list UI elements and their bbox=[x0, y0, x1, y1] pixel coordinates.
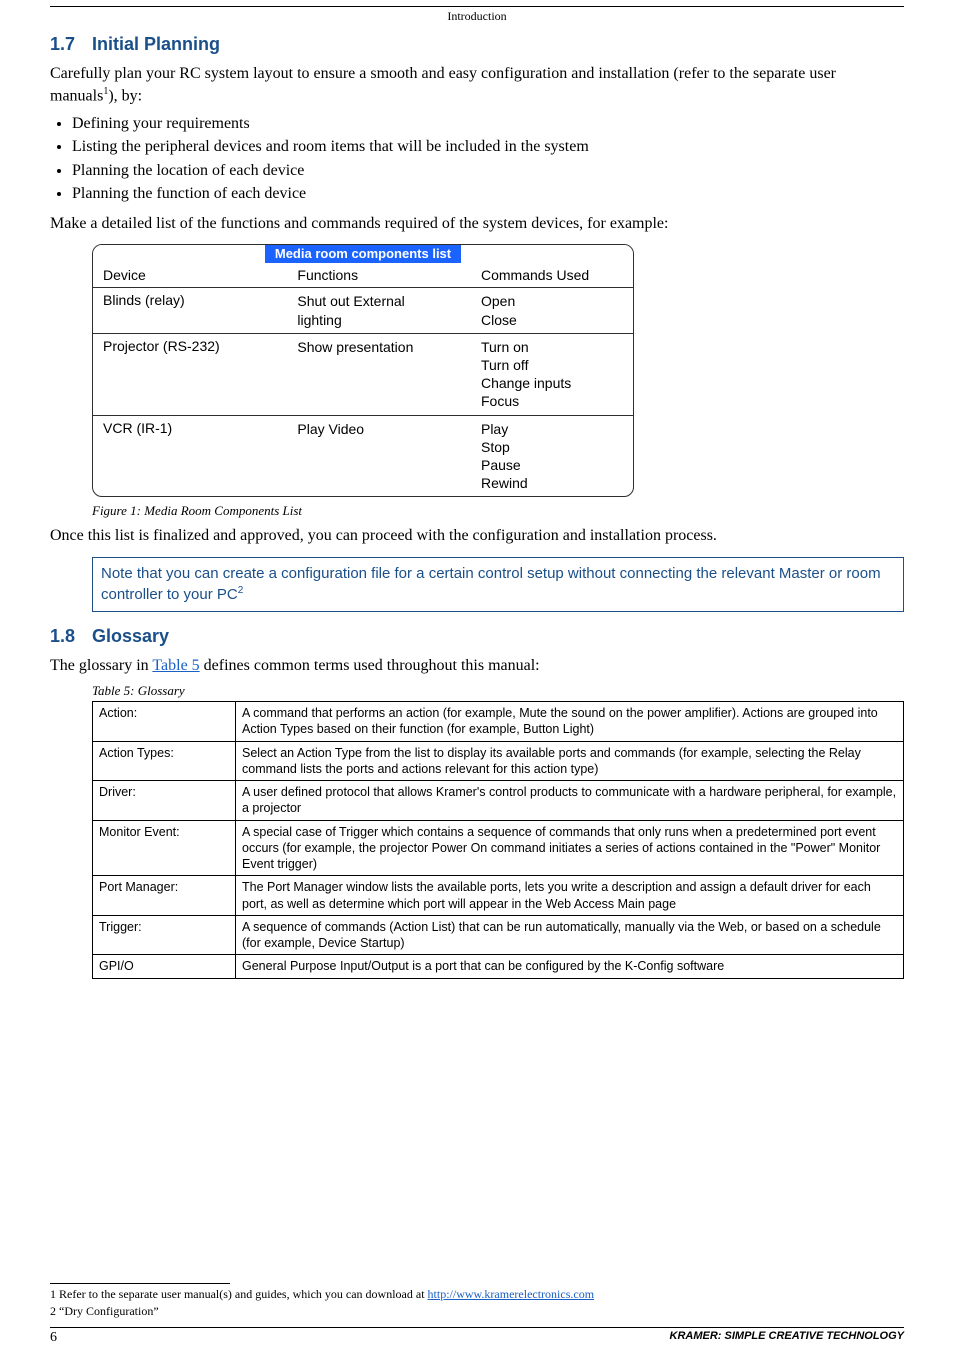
fn-line: lighting bbox=[297, 311, 461, 329]
cmd-line: Turn on bbox=[481, 338, 623, 356]
intro-text-a: Carefully plan your RC system layout to … bbox=[50, 65, 836, 104]
table-row: Action Types: Select an Action Type from… bbox=[93, 741, 904, 781]
list-item: Planning the location of each device bbox=[72, 160, 904, 182]
requirements-list: Defining your requirements Listing the p… bbox=[50, 113, 904, 205]
glossary-definition: General Purpose Input/Output is a port t… bbox=[236, 955, 904, 978]
media-head-device: Device bbox=[93, 263, 287, 288]
media-title-wrap: Media room components list bbox=[93, 245, 633, 263]
after-bullets-paragraph: Make a detailed list of the functions an… bbox=[50, 213, 904, 235]
heading-1-7: 1.7 Initial Planning bbox=[50, 34, 904, 55]
glossary-definition: A sequence of commands (Action List) tha… bbox=[236, 915, 904, 955]
glossary-definition: The Port Manager window lists the availa… bbox=[236, 876, 904, 916]
fn-line: Shut out External bbox=[297, 292, 461, 310]
footnote-2: 2 “Dry Configuration” bbox=[50, 1303, 904, 1320]
functions-cell: Show presentation bbox=[287, 333, 471, 415]
table-row: Blinds (relay) Shut out External lightin… bbox=[93, 288, 633, 333]
cmd-line: Focus bbox=[481, 392, 623, 410]
table-row: GPI/O General Purpose Input/Output is a … bbox=[93, 955, 904, 978]
figure-1-caption: Figure 1: Media Room Components List bbox=[92, 503, 904, 519]
glossary-term: Action Types: bbox=[93, 741, 236, 781]
table-row: VCR (IR-1) Play Video Play Stop Pause Re… bbox=[93, 415, 633, 496]
media-head-functions: Functions bbox=[287, 263, 471, 288]
heading-title: Glossary bbox=[92, 626, 169, 647]
cmd-line: Play bbox=[481, 420, 623, 438]
cmd-line: Rewind bbox=[481, 474, 623, 492]
media-title: Media room components list bbox=[265, 244, 461, 263]
cmd-line: Open bbox=[481, 292, 623, 310]
footnote-1: 1 Refer to the separate user manual(s) a… bbox=[50, 1286, 904, 1303]
media-table: Device Functions Commands Used Blinds (r… bbox=[93, 263, 633, 496]
glossary-definition: A user defined protocol that allows Kram… bbox=[236, 781, 904, 821]
list-item: Defining your requirements bbox=[72, 113, 904, 135]
table-row: Action: A command that performs an actio… bbox=[93, 702, 904, 742]
after-figure-paragraph: Once this list is finalized and approved… bbox=[50, 525, 904, 547]
commands-cell: Turn on Turn off Change inputs Focus bbox=[471, 333, 633, 415]
glossary-term: GPI/O bbox=[93, 955, 236, 978]
table-5-caption: Table 5: Glossary bbox=[92, 683, 904, 699]
commands-cell: Play Stop Pause Rewind bbox=[471, 415, 633, 496]
note-box: Note that you can create a configuration… bbox=[92, 557, 904, 613]
list-item: Listing the peripheral devices and room … bbox=[72, 136, 904, 158]
glossary-intro-a: The glossary in bbox=[50, 657, 152, 674]
glossary-table: Action: A command that performs an actio… bbox=[92, 701, 904, 979]
table-row: Driver: A user defined protocol that all… bbox=[93, 781, 904, 821]
page-number: 6 bbox=[50, 1330, 57, 1346]
footnote-rule bbox=[50, 1283, 230, 1284]
cmd-line: Change inputs bbox=[481, 374, 623, 392]
glossary-definition: A command that performs an action (for e… bbox=[236, 702, 904, 742]
page-footer: 6 KRAMER: SIMPLE CREATIVE TECHNOLOGY bbox=[50, 1327, 904, 1346]
header-rule bbox=[50, 6, 904, 7]
table-row: Port Manager: The Port Manager window li… bbox=[93, 876, 904, 916]
cmd-line: Pause bbox=[481, 456, 623, 474]
cmd-line: Turn off bbox=[481, 356, 623, 374]
table-row: Trigger: A sequence of commands (Action … bbox=[93, 915, 904, 955]
heading-number: 1.7 bbox=[50, 34, 92, 55]
media-components-figure: Media room components list Device Functi… bbox=[92, 244, 634, 497]
glossary-term: Port Manager: bbox=[93, 876, 236, 916]
commands-cell: Open Close bbox=[471, 288, 633, 333]
functions-cell: Play Video bbox=[287, 415, 471, 496]
glossary-term: Action: bbox=[93, 702, 236, 742]
fn-line: Play Video bbox=[297, 420, 461, 438]
intro-paragraph: Carefully plan your RC system layout to … bbox=[50, 63, 904, 107]
glossary-term: Driver: bbox=[93, 781, 236, 821]
footnote-1-link[interactable]: http://www.kramerelectronics.com bbox=[428, 1287, 595, 1301]
heading-number: 1.8 bbox=[50, 626, 92, 647]
footnote-1-text: 1 Refer to the separate user manual(s) a… bbox=[50, 1287, 428, 1301]
functions-cell: Shut out External lighting bbox=[287, 288, 471, 333]
table-row: Projector (RS-232) Show presentation Tur… bbox=[93, 333, 633, 415]
table-row: Monitor Event: A special case of Trigger… bbox=[93, 820, 904, 876]
fn-line: Show presentation bbox=[297, 338, 461, 356]
glossary-definition: A special case of Trigger which contains… bbox=[236, 820, 904, 876]
cmd-line: Stop bbox=[481, 438, 623, 456]
glossary-term: Monitor Event: bbox=[93, 820, 236, 876]
device-cell: Blinds (relay) bbox=[93, 288, 287, 333]
footnotes: 1 Refer to the separate user manual(s) a… bbox=[50, 1283, 904, 1320]
media-table-head: Device Functions Commands Used bbox=[93, 263, 633, 288]
footnote-ref-2: 2 bbox=[238, 585, 244, 596]
intro-text-b: ), by: bbox=[108, 87, 142, 104]
glossary-intro-b: defines common terms used throughout thi… bbox=[200, 657, 540, 674]
glossary-term: Trigger: bbox=[93, 915, 236, 955]
page-root: Introduction 1.7 Initial Planning Carefu… bbox=[0, 6, 954, 1356]
cmd-line: Close bbox=[481, 311, 623, 329]
table-5-link[interactable]: Table 5 bbox=[152, 657, 199, 674]
footer-brand: KRAMER: SIMPLE CREATIVE TECHNOLOGY bbox=[670, 1330, 904, 1346]
list-item: Planning the function of each device bbox=[72, 183, 904, 205]
device-cell: VCR (IR-1) bbox=[93, 415, 287, 496]
running-head: Introduction bbox=[50, 9, 904, 24]
glossary-intro: The glossary in Table 5 defines common t… bbox=[50, 655, 904, 677]
glossary-definition: Select an Action Type from the list to d… bbox=[236, 741, 904, 781]
heading-title: Initial Planning bbox=[92, 34, 220, 55]
note-text: Note that you can create a configuration… bbox=[101, 565, 881, 603]
media-head-commands: Commands Used bbox=[471, 263, 633, 288]
heading-1-8: 1.8 Glossary bbox=[50, 626, 904, 647]
device-cell: Projector (RS-232) bbox=[93, 333, 287, 415]
